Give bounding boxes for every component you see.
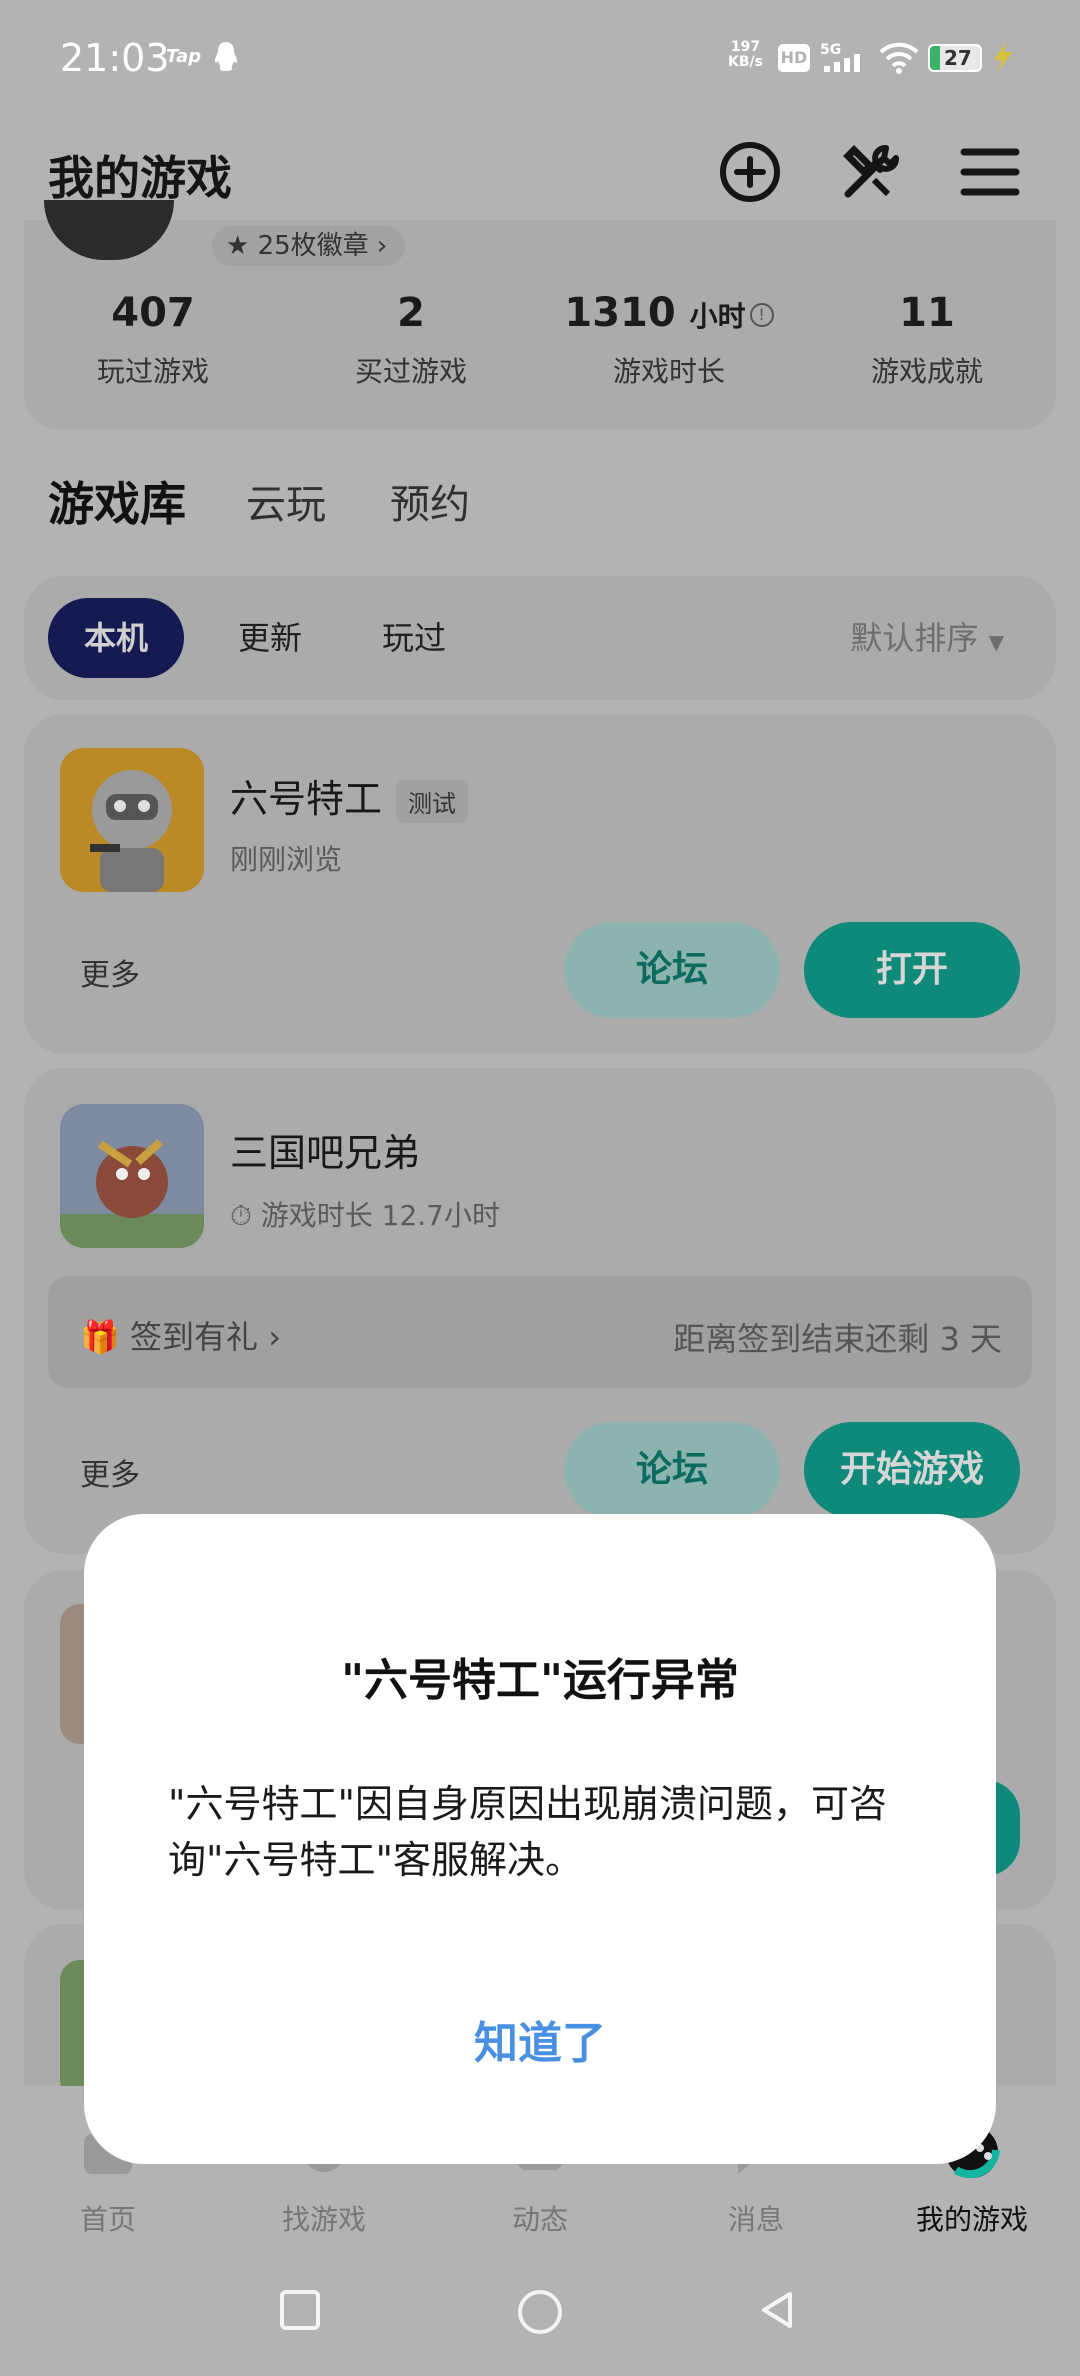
signin-banner[interactable]: 🎁 签到有礼 › 距离签到结束还剩 3 天 xyxy=(48,1276,1032,1388)
forum-button[interactable]: 论坛 xyxy=(564,1422,780,1518)
open-button[interactable]: 打开 xyxy=(804,922,1020,1018)
tab-cloud[interactable]: 云玩 xyxy=(246,472,326,530)
signin-label: 签到有礼 xyxy=(130,1318,259,1356)
status-bar: 21:03 Tap 197 KB/s HD 5G 27 xyxy=(0,0,1080,110)
signin-remaining: 距离签到结束还剩 3 天 xyxy=(673,1320,1002,1358)
stat-bought[interactable]: 2 买过游戏 xyxy=(282,290,540,390)
more-button[interactable]: 更多 xyxy=(80,1450,140,1494)
filter-local[interactable]: 本机 xyxy=(48,598,185,678)
status-time: 21:03 xyxy=(60,36,170,80)
start-game-button[interactable]: 开始游戏 xyxy=(804,1422,1020,1518)
test-tag: 测试 xyxy=(396,780,469,823)
recents-icon[interactable] xyxy=(278,2288,322,2332)
badge-count[interactable]: ★ 25枚徽章 › xyxy=(212,226,406,266)
filter-updates[interactable]: 更新 xyxy=(202,598,338,678)
hd-badge: HD xyxy=(778,44,810,72)
game-name: 六号特工 xyxy=(230,777,383,821)
page-title: 我的游戏 xyxy=(48,151,232,205)
crash-dialog: "六号特工"运行异常 "六号特工"因自身原因出现崩溃问题，可咨询"六号特工"客服… xyxy=(84,1514,996,2164)
game-icon xyxy=(60,1104,204,1248)
tools-icon[interactable] xyxy=(834,136,906,208)
gift-icon: 🎁 xyxy=(80,1318,120,1356)
menu-icon[interactable] xyxy=(954,136,1026,208)
game-playtime: 游戏时长 12.7小时 xyxy=(260,1199,500,1232)
tab-library[interactable]: 游戏库 xyxy=(48,468,186,536)
dialog-message: "六号特工"因自身原因出现崩溃问题，可咨询"六号特工"客服解决。 xyxy=(168,1782,887,1882)
net-speed: 197 KB/s xyxy=(728,39,763,70)
stat-playtime[interactable]: 1310 小时! 游戏时长 xyxy=(540,290,798,390)
chevron-right-icon: › xyxy=(268,1318,281,1356)
stopwatch-icon: ⏱ xyxy=(230,1199,252,1232)
dialog-title: "六号特工"运行异常 xyxy=(341,1655,739,1706)
wifi-icon xyxy=(879,42,919,74)
system-nav-bar xyxy=(0,2266,1080,2376)
svg-text:5G: 5G xyxy=(820,42,841,58)
qq-icon xyxy=(215,42,237,71)
battery-indicator: 27 xyxy=(928,44,982,72)
info-icon[interactable]: ! xyxy=(749,303,774,327)
tap-logo: Tap xyxy=(166,46,202,67)
home-circle-icon[interactable] xyxy=(516,2288,564,2336)
signal-icon: 5G xyxy=(820,42,860,72)
back-icon[interactable] xyxy=(756,2288,800,2332)
game-name: 三国吧兄弟 xyxy=(230,1131,421,1175)
sort-dropdown[interactable]: 默认排序 ▼ xyxy=(850,598,1004,678)
caret-down-icon: ▼ xyxy=(988,630,1004,654)
game-status: 刚刚浏览 xyxy=(230,843,343,876)
filter-played[interactable]: 玩过 xyxy=(346,598,482,678)
more-button[interactable]: 更多 xyxy=(80,950,140,994)
dialog-ok-button[interactable]: 知道了 xyxy=(390,2004,690,2084)
game-icon xyxy=(60,748,204,892)
charging-icon xyxy=(994,42,1012,72)
game-card[interactable]: 三国吧兄弟 ⏱ 游戏时长 12.7小时 🎁 签到有礼 › 距离签到结束还剩 3 … xyxy=(24,1068,1056,1554)
stat-played[interactable]: 407 玩过游戏 xyxy=(24,290,282,390)
stat-achievements[interactable]: 11 游戏成就 xyxy=(798,290,1056,390)
forum-button[interactable]: 论坛 xyxy=(564,922,780,1018)
filter-bar: 本机 更新 玩过 默认排序 ▼ xyxy=(24,576,1056,700)
add-circle-icon[interactable] xyxy=(714,136,786,208)
tab-reserve[interactable]: 预约 xyxy=(390,472,470,530)
game-card[interactable]: 六号特工 测试 刚刚浏览 更多 论坛 打开 xyxy=(24,714,1056,1054)
